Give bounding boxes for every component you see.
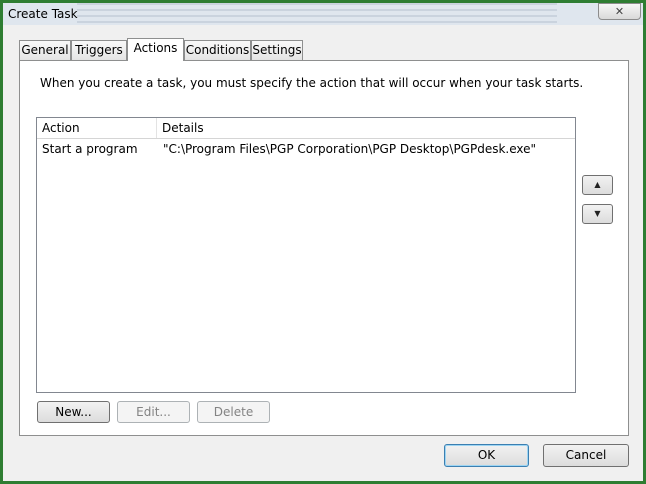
- edit-action-button[interactable]: Edit...: [117, 401, 190, 423]
- actions-description: When you create a task, you must specify…: [40, 76, 584, 90]
- tab-triggers[interactable]: Triggers: [71, 40, 127, 60]
- row-action: Start a program: [42, 142, 138, 156]
- background-window-text: [77, 3, 557, 25]
- close-icon: ✕: [614, 5, 625, 18]
- column-header-action[interactable]: Action: [37, 118, 157, 138]
- tab-actions[interactable]: Actions: [127, 38, 184, 61]
- table-row[interactable]: Start a program "C:\Program Files\PGP Co…: [37, 140, 575, 159]
- move-up-button[interactable]: ▲: [582, 175, 613, 195]
- actions-tab-panel: When you create a task, you must specify…: [19, 60, 629, 436]
- actions-list[interactable]: Action Details Start a program "C:\Progr…: [36, 117, 576, 393]
- list-header: Action Details: [37, 118, 575, 139]
- close-button[interactable]: ✕: [598, 3, 641, 20]
- ok-button[interactable]: OK: [444, 444, 529, 467]
- tab-general[interactable]: General: [19, 40, 71, 60]
- move-down-button[interactable]: ▼: [582, 204, 613, 224]
- arrow-up-icon: ▲: [594, 180, 601, 189]
- new-action-button[interactable]: New...: [37, 401, 110, 423]
- create-task-dialog: Create Task ✕ General Triggers Actions C…: [3, 3, 643, 481]
- delete-action-button[interactable]: Delete: [197, 401, 270, 423]
- tab-settings[interactable]: Settings: [251, 40, 303, 60]
- cancel-button[interactable]: Cancel: [543, 444, 629, 467]
- row-details: "C:\Program Files\PGP Corporation\PGP De…: [163, 142, 537, 156]
- tab-conditions[interactable]: Conditions: [184, 40, 251, 60]
- window-title: Create Task: [8, 7, 78, 21]
- arrow-down-icon: ▼: [594, 209, 601, 218]
- title-bar[interactable]: Create Task ✕: [3, 3, 643, 25]
- column-header-details[interactable]: Details: [157, 118, 575, 138]
